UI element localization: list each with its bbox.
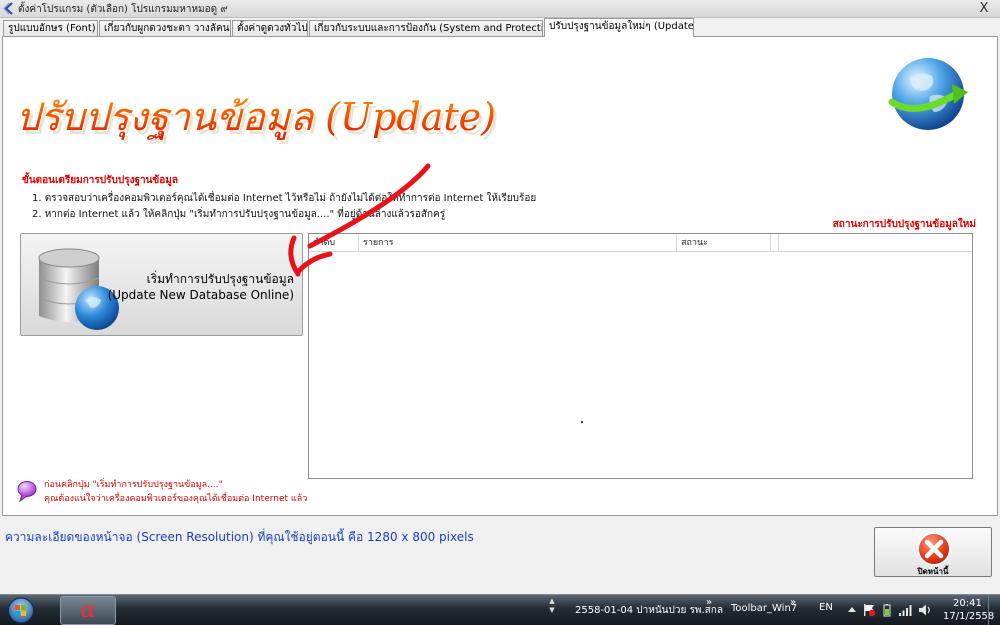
tab-update[interactable]: ปรับปรุงฐานข้อมูลใหม่ๆ (Update) — [544, 18, 694, 37]
start-update-label-english: (Update New Database Online) — [107, 288, 294, 302]
clock-date[interactable]: 17/1/2558 — [943, 611, 994, 622]
show-desktop-button[interactable] — [988, 595, 1000, 625]
taskbar-app-button[interactable]: α — [60, 596, 116, 625]
tab-general-settings[interactable]: ตั้งค่าดูดวงทั่วไป — [232, 20, 308, 37]
close-page-label: ปิดหน้านี้ — [917, 567, 949, 576]
status-caption: สถานะการปรับปรุงฐานข้อมูลใหม่ — [832, 219, 976, 230]
signal-icon[interactable] — [898, 603, 912, 617]
tab-font[interactable]: รูปแบบอักษร (Font) — [3, 20, 98, 37]
speech-bubble-icon — [17, 481, 37, 502]
page-heading-text: ปรับปรุงฐานข้อมูล (Update) — [16, 95, 496, 140]
tray-arrow-icon[interactable] — [845, 603, 859, 617]
screen-resolution-text: ความละเอียดของหน้าจอ (Screen Resolution)… — [5, 530, 474, 544]
taskbar: α ▲ ▼ 2558-01-04 ปาหนันปวย รพ.สกล » Toolb… — [0, 594, 1000, 625]
battery-icon[interactable] — [880, 603, 894, 617]
close-page-button[interactable]: ปิดหน้านี้ — [874, 527, 992, 577]
list-empty-dot — [581, 421, 583, 423]
note-line-2: คุณต้องแน่ใจว่าเครื่องคอมพิวเตอร์ของคุณไ… — [44, 494, 308, 504]
red-arrow-annotation — [288, 163, 431, 277]
tab-strip: รูปแบบอักษร (Font) เกี่ยวกับผูกดวงชะตา ว… — [0, 18, 1000, 37]
title-bar: ตั้งค่าโปรแกรม (ตัวเลือก) โปรแกรมมหาหมอด… — [0, 0, 1000, 18]
tab-system-protection[interactable]: เกี่ยวกับระบบและการป้องกัน (System and P… — [309, 20, 543, 37]
globe-icon — [888, 58, 968, 130]
close-icon: X — [979, 1, 989, 16]
window-title: ตั้งค่าโปรแกรม (ตัวเลือก) โปรแกรมมหาหมอด… — [18, 4, 228, 15]
column-header-extra[interactable] — [771, 234, 779, 252]
clock-time[interactable]: 20:41 — [953, 598, 982, 609]
flag-icon[interactable] — [862, 603, 876, 617]
column-header-status[interactable]: สถานะ — [677, 234, 771, 252]
page-heading: ปรับปรุงฐานข้อมูล (Update) ปรับปรุงฐานข้… — [16, 95, 499, 144]
toolbar-chevron-2[interactable]: » — [790, 597, 796, 608]
language-indicator[interactable]: EN — [819, 602, 833, 613]
window-close-button[interactable]: X — [972, 1, 996, 16]
steps-title: ขั้นตอนเตรียมการปรับปรุงฐานข้อมูล — [22, 175, 178, 186]
note-line-1: ก่อนคลิกปุ่ม "เริ่มทำการปรับปรุงฐานข้อมู… — [44, 480, 223, 490]
toolbar-chevron-1[interactable]: » — [706, 597, 712, 608]
volume-icon[interactable] — [918, 603, 932, 617]
close-circle-icon — [917, 532, 951, 566]
start-button-icon[interactable] — [5, 597, 37, 624]
alpha-app-icon: α — [80, 598, 96, 623]
toolbar-scroll-arrows[interactable]: ▲ ▼ — [547, 597, 557, 624]
app-icon — [3, 2, 13, 15]
tab-horoscope-setup[interactable]: เกี่ยวกับผูกดวงชะตา วางลัคนา — [99, 20, 231, 37]
toolbar-win7-text[interactable]: Toolbar_Win7 — [731, 603, 797, 614]
toolbar-date-text[interactable]: 2558-01-04 ปาหนันปวย รพ.สกล — [575, 603, 723, 618]
